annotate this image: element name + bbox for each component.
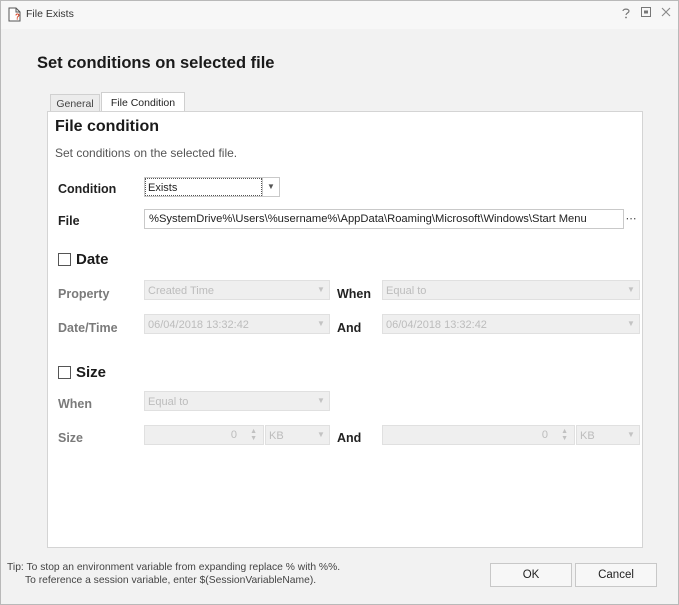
date-when-value: Equal to: [386, 285, 427, 297]
condition-value: Exists: [148, 182, 178, 194]
stepper-arrows-icon: ▲ ▼: [561, 428, 568, 442]
size-checkbox[interactable]: [58, 366, 71, 379]
size-checkbox-row[interactable]: Size: [58, 364, 106, 381]
size-unit-dropdown[interactable]: KB ▼: [265, 425, 330, 445]
chevron-down-icon: ▼: [262, 178, 279, 196]
chevron-down-icon: ▼: [627, 285, 635, 294]
page-title: Set conditions on selected file: [37, 54, 275, 72]
title-bar: ? File Exists: [1, 1, 678, 29]
chevron-down-icon: ▼: [317, 430, 325, 439]
section-subtitle: Set conditions on the selected file.: [55, 146, 238, 160]
and-label-date: And: [337, 321, 362, 335]
section-title: File condition: [55, 118, 159, 135]
browse-button[interactable]: ⋯: [623, 211, 639, 231]
chevron-down-icon: ▼: [627, 430, 635, 439]
condition-label: Condition: [58, 182, 117, 196]
property-label: Property: [58, 287, 110, 301]
and-size-unit: KB: [580, 430, 595, 442]
size-label: Size: [58, 431, 84, 445]
when-label-date: When: [337, 287, 372, 301]
date-checkbox-row[interactable]: Date: [58, 251, 109, 268]
chevron-down-icon: ▼: [627, 319, 635, 328]
and-size-value: 0: [541, 429, 548, 441]
chevron-down-icon: ▼: [317, 285, 325, 294]
chevron-down-icon: ▼: [317, 396, 325, 405]
restore-icon[interactable]: [638, 7, 654, 21]
property-dropdown[interactable]: Created Time ▼: [144, 280, 330, 300]
chevron-down-icon: ▼: [317, 319, 325, 328]
and-size-stepper[interactable]: 0 ▲ ▼: [382, 425, 575, 445]
tip-line-2: To reference a session variable, enter $…: [25, 575, 317, 586]
tip-text: Tip: To stop an environment variable fro…: [7, 561, 340, 587]
and-datetime-value: 06/04/2018 13:32:42: [386, 319, 487, 331]
size-value: 0: [230, 429, 237, 441]
size-when-dropdown[interactable]: Equal to ▼: [144, 391, 330, 411]
and-datetime-picker[interactable]: 06/04/2018 13:32:42 ▼: [382, 314, 640, 334]
and-size-unit-dropdown[interactable]: KB ▼: [576, 425, 640, 445]
size-when-value: Equal to: [148, 396, 189, 408]
date-when-dropdown[interactable]: Equal to ▼: [382, 280, 640, 300]
help-icon[interactable]: [618, 7, 634, 21]
ok-button[interactable]: OK: [490, 563, 572, 587]
size-checkbox-label: Size: [76, 364, 107, 381]
date-checkbox[interactable]: [58, 253, 71, 266]
file-warning-icon: ?: [8, 7, 21, 22]
datetime-picker[interactable]: 06/04/2018 13:32:42 ▼: [144, 314, 330, 334]
property-value: Created Time: [148, 285, 215, 297]
datetime-label: Date/Time: [58, 321, 118, 335]
size-value-stepper[interactable]: 0 ▲ ▼: [144, 425, 264, 445]
file-path-input[interactable]: %SystemDrive%\Users\%username%\AppData\R…: [144, 209, 624, 229]
date-checkbox-label: Date: [76, 251, 109, 268]
condition-dropdown[interactable]: Exists ▼: [144, 177, 280, 197]
stepper-arrows-icon: ▲ ▼: [250, 428, 257, 442]
cancel-button[interactable]: Cancel: [575, 563, 657, 587]
datetime-value: 06/04/2018 13:32:42: [148, 319, 249, 331]
window-title: File Exists: [26, 8, 74, 20]
tip-line-1: Tip: To stop an environment variable fro…: [7, 562, 341, 573]
svg-text:?: ?: [15, 13, 20, 22]
and-label-size: And: [337, 431, 362, 445]
file-condition-panel: File condition Set conditions on the sel…: [47, 111, 643, 548]
dialog-content: Set conditions on selected file General …: [1, 29, 678, 604]
size-when-label: When: [58, 397, 93, 411]
file-exists-dialog: ? File Exists Set conditions on selected…: [0, 0, 679, 605]
file-label: File: [58, 214, 80, 228]
close-icon[interactable]: [658, 7, 674, 21]
size-unit: KB: [269, 430, 284, 442]
